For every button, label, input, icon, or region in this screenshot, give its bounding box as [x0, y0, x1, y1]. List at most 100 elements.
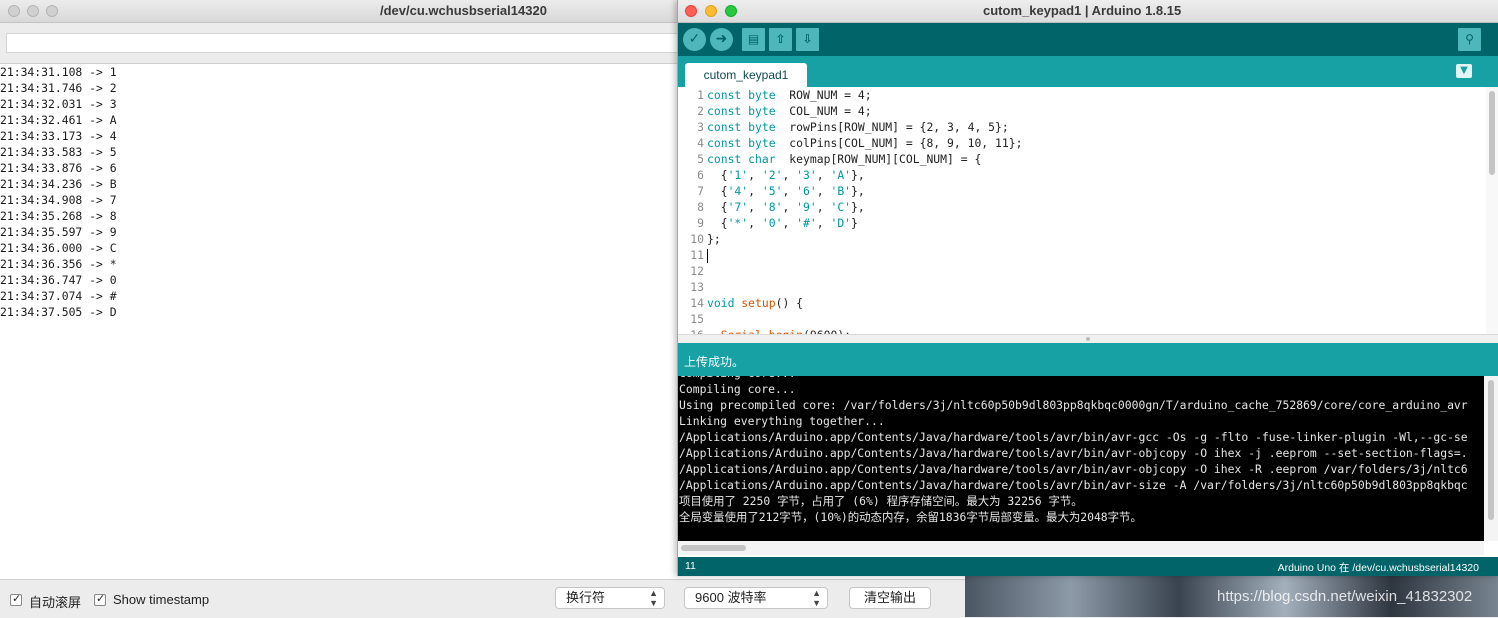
console-horizontal-scrollbar[interactable]: [678, 541, 1484, 555]
code-line: {'*', '0', '#', 'D'}: [707, 215, 1477, 231]
code-line: const byte COL_NUM = 4;: [707, 103, 1477, 119]
serial-monitor-icon[interactable]: ⚲: [1458, 28, 1481, 51]
code-token: },: [851, 184, 865, 198]
code-token: COL_NUM = 4;: [775, 104, 872, 118]
code-token: const char: [707, 152, 776, 166]
arduino-ide-window: cutom_keypad1 | Arduino 1.8.15 ✓ ➜ ▤ ⇧ ⇩…: [677, 0, 1498, 576]
code-text: const byte ROW_NUM = 4; const byte COL_NU…: [707, 87, 1477, 334]
minimize-window-button[interactable]: [27, 5, 39, 17]
timestamp-checkbox[interactable]: [94, 592, 106, 606]
serial-output: 21:34:31.108 -> 1 21:34:31.746 -> 2 21:34:…: [0, 64, 678, 320]
board-port-info: Arduino Uno 在 /dev/cu.wchusbserial14320: [1277, 562, 1479, 574]
code-token: 'B': [830, 184, 852, 198]
baud-rate-value: 9600 波特率: [695, 590, 767, 605]
status-bar: 上传成功。: [678, 343, 1498, 376]
line-ending-select[interactable]: 换行符 ▲ ▼: [555, 587, 665, 609]
code-line: {'1', '2', '3', 'A'},: [707, 167, 1477, 183]
code-token: '4': [727, 184, 749, 198]
tab-cutom-keypad1[interactable]: cutom_keypad1: [685, 63, 807, 87]
upload-icon[interactable]: ➜: [710, 28, 733, 51]
code-token: '8': [761, 200, 783, 214]
serial-output-line: 21:34:33.173 -> 4: [0, 129, 117, 143]
serial-output-line: 21:34:34.236 -> B: [0, 177, 117, 191]
code-token: '#': [796, 216, 817, 230]
code-token: const byte: [707, 104, 776, 118]
tab-menu-chevron-icon[interactable]: ▼: [1456, 64, 1472, 78]
code-token: void: [707, 296, 735, 310]
autoscroll-label: 自动滚屏: [29, 595, 82, 610]
serial-send-input[interactable]: [6, 33, 686, 53]
watermark: https://blog.csdn.net/weixin_41832302: [1217, 588, 1473, 605]
code-token: ROW_NUM = 4;: [775, 88, 872, 102]
verify-icon[interactable]: ✓: [683, 28, 706, 51]
code-token: '6': [796, 184, 817, 198]
console-line: /Applications/Arduino.app/Contents/Java/…: [679, 478, 1468, 492]
minimize-window-button[interactable]: [705, 5, 717, 17]
open-icon[interactable]: ⇧: [769, 28, 792, 51]
new-icon[interactable]: ▤: [742, 28, 765, 51]
code-line: void setup() {: [707, 295, 1477, 311]
close-window-button[interactable]: [685, 5, 697, 17]
console-horizontal-thumb[interactable]: [681, 545, 746, 551]
text-cursor: [707, 248, 708, 263]
code-line: [707, 247, 1477, 263]
code-line: const char keymap[ROW_NUM][COL_NUM] = {: [707, 151, 1477, 167]
code-line: {'7', '8', '9', 'C'},: [707, 199, 1477, 215]
code-token: () {: [775, 296, 804, 310]
code-token: {: [707, 168, 728, 182]
serial-window-title: /dev/cu.wchusbserial14320: [380, 3, 547, 18]
serial-output-line: 21:34:31.746 -> 2: [0, 81, 117, 95]
serial-output-line: 21:34:37.505 -> D: [0, 305, 117, 319]
editor-scroll-thumb[interactable]: [1489, 91, 1495, 175]
console-line: /Applications/Arduino.app/Contents/Java/…: [679, 446, 1468, 460]
console-vertical-scrollbar[interactable]: [1484, 376, 1498, 541]
splitter-handle[interactable]: [1086, 337, 1090, 341]
console-vertical-thumb[interactable]: [1488, 380, 1494, 520]
serial-output-line: 21:34:36.356 -> *: [0, 257, 117, 271]
code-token: ,: [748, 216, 762, 230]
clear-output-button[interactable]: 清空输出: [849, 587, 931, 609]
code-line: const byte ROW_NUM = 4;: [707, 87, 1477, 103]
code-editor[interactable]: 12345678910111213141516 const byte ROW_N…: [678, 87, 1486, 334]
autoscroll-checkbox[interactable]: [10, 592, 22, 606]
console-line: 项目使用了 2250 字节，占用了 (6%) 程序存储空间。最大为 32256 …: [679, 494, 1083, 508]
console-output: Compiling core...Compiling core...Using …: [678, 376, 1484, 541]
code-token: const byte: [707, 136, 776, 150]
line-number: 3: [697, 120, 704, 134]
code-token: '5': [761, 184, 783, 198]
ide-window-title: cutom_keypad1 | Arduino 1.8.15: [983, 3, 1182, 18]
serial-output-line: 21:34:33.583 -> 5: [0, 145, 117, 159]
line-number: 7: [697, 184, 704, 198]
code-line: {'4', '5', '6', 'B'},: [707, 183, 1477, 199]
close-window-button[interactable]: [8, 5, 20, 17]
code-token: ,: [816, 168, 831, 182]
code-token: }: [851, 216, 858, 230]
timestamp-label: Show timestamp: [113, 592, 210, 607]
status-message: 上传成功。: [684, 355, 745, 369]
select-arrows-icon: ▲ ▼: [649, 588, 658, 608]
zoom-window-button[interactable]: [725, 5, 737, 17]
ide-tab-bar: cutom_keypad1 ▼: [678, 56, 1498, 87]
code-token: ,: [782, 184, 797, 198]
code-token: ,: [816, 184, 831, 198]
ide-titlebar: cutom_keypad1 | Arduino 1.8.15: [678, 0, 1498, 23]
code-token: 'D': [830, 216, 852, 230]
code-token: setup: [741, 296, 776, 310]
code-token: '7': [727, 200, 749, 214]
code-token: {: [707, 216, 728, 230]
code-token: };: [707, 232, 721, 246]
code-token: colPins[COL_NUM] = {8, 9, 10, 11};: [775, 136, 1023, 150]
code-token: keymap[ROW_NUM][COL_NUM] = {: [775, 152, 982, 166]
line-number: 11: [690, 248, 704, 262]
zoom-window-button[interactable]: [46, 5, 58, 17]
console-line: Linking everything together...: [679, 414, 885, 428]
serial-output-line: 21:34:36.747 -> 0: [0, 273, 117, 287]
code-token: },: [851, 168, 865, 182]
save-icon[interactable]: ⇩: [796, 28, 819, 51]
editor-scrollbar[interactable]: [1486, 87, 1498, 334]
baud-rate-select[interactable]: 9600 波特率 ▲ ▼: [684, 587, 828, 609]
console-line: Using precompiled core: /var/folders/3j/…: [679, 398, 1468, 412]
serial-output-line: 21:34:36.000 -> C: [0, 241, 117, 255]
